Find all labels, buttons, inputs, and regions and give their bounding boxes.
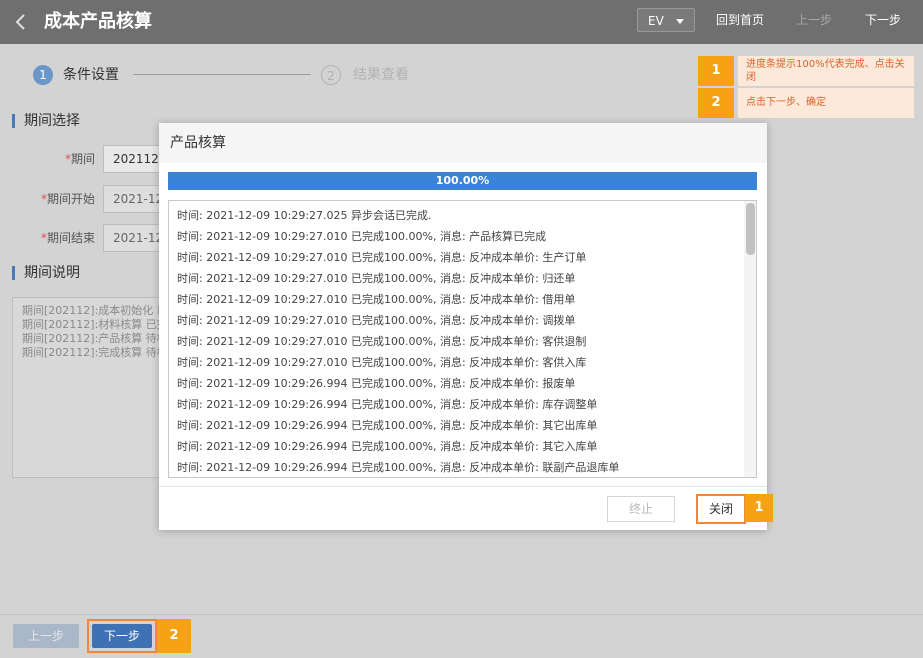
dialog-header: 产品核算 xyxy=(159,123,767,163)
step-1-label: 条件设置 xyxy=(63,67,119,83)
annotation-marker-1: 1 xyxy=(745,494,773,522)
step-2-circle: 2 xyxy=(321,65,341,85)
log-line: 时间: 2021-12-09 10:29:27.010 已完成100.00%, … xyxy=(177,356,587,369)
home-link[interactable]: 回到首页 xyxy=(716,11,764,29)
period-start-label: *期间开始 xyxy=(40,192,95,206)
note-line: 期间[202112]:产品核算 待核算 xyxy=(22,332,161,345)
log-line: 时间: 2021-12-09 10:29:27.010 已完成100.00%, … xyxy=(177,230,547,243)
log-line: 时间: 2021-12-09 10:29:27.010 已完成100.00%, … xyxy=(177,314,576,327)
section-title-desc: 期间说明 xyxy=(24,265,80,281)
footer-next-button-highlight[interactable]: 下一步 xyxy=(87,619,157,653)
caret-down-icon xyxy=(676,19,684,24)
top-header: 成本产品核算 EV 回到首页 上一步 下一步 xyxy=(0,0,923,44)
period-end-field[interactable]: 2021-12-31 xyxy=(103,224,163,252)
annotation-marker-2: 2 xyxy=(157,619,191,653)
progress-text: 100.00% xyxy=(435,174,490,187)
progress-bar: 100.00% xyxy=(168,172,757,190)
log-line: 时间: 2021-12-09 10:29:27.025 异步会话已完成. xyxy=(177,209,432,222)
step-2-label: 结果查看 xyxy=(353,67,409,83)
footer-divider xyxy=(0,614,923,615)
tip-number-2: 2 xyxy=(698,88,734,118)
ev-select[interactable]: EV xyxy=(637,8,695,32)
tip-text-1: 进度条提示100%代表完成、点击关闭 xyxy=(738,56,914,86)
tip-text-2: 点击下一步、确定 xyxy=(738,88,914,118)
period-start-field[interactable]: 2021-12-01 xyxy=(103,185,163,213)
footer-prev-button[interactable]: 上一步 xyxy=(13,624,79,648)
log-line: 时间: 2021-12-09 10:29:26.994 已完成100.00%, … xyxy=(177,377,576,390)
log-line: 时间: 2021-12-09 10:29:27.010 已完成100.00%, … xyxy=(177,251,587,264)
section-title-period: 期间选择 xyxy=(24,113,80,129)
scrollbar-thumb[interactable] xyxy=(746,203,755,255)
section-marker xyxy=(12,266,15,280)
header-prev-button[interactable]: 上一步 xyxy=(796,11,832,29)
tip-number-1: 1 xyxy=(698,56,734,86)
product-accounting-dialog: 产品核算 100.00% 时间: 2021-12-09 10:29:27.025… xyxy=(159,123,767,530)
header-next-button[interactable]: 下一步 xyxy=(865,11,901,29)
dialog-title: 产品核算 xyxy=(170,135,226,151)
note-line: 期间[202112]:完成核算 待核算 xyxy=(22,346,161,359)
period-end-label: *期间结束 xyxy=(40,231,95,245)
log-line: 时间: 2021-12-09 10:29:26.994 已完成100.00%, … xyxy=(177,419,598,432)
log-line: 时间: 2021-12-09 10:29:26.994 已完成100.00%, … xyxy=(177,461,620,474)
ev-select-label: EV xyxy=(648,14,664,28)
back-chevron-icon[interactable] xyxy=(14,12,26,32)
scrollbar[interactable] xyxy=(744,201,756,477)
note-line: 期间[202112]:成本初始化 已完成 xyxy=(22,304,161,317)
note-line: 期间[202112]:材料核算 已完成 xyxy=(22,318,161,331)
log-output[interactable]: 时间: 2021-12-09 10:29:27.025 异步会话已完成. 时间: … xyxy=(168,200,757,478)
section-marker xyxy=(12,114,15,128)
stop-button[interactable]: 终止 xyxy=(607,496,675,522)
log-line: 时间: 2021-12-09 10:29:26.994 已完成100.00%, … xyxy=(177,398,598,411)
step-1-circle: 1 xyxy=(33,65,53,85)
page-title: 成本产品核算 xyxy=(44,11,152,32)
log-line: 时间: 2021-12-09 10:29:27.010 已完成100.00%, … xyxy=(177,335,587,348)
close-button[interactable]: 关闭 xyxy=(696,494,746,524)
log-line: 时间: 2021-12-09 10:29:27.010 已完成100.00%, … xyxy=(177,272,576,285)
log-line: 时间: 2021-12-09 10:29:26.994 已完成100.00%, … xyxy=(177,440,598,453)
period-input[interactable]: 202112 xyxy=(103,145,163,173)
period-notes-textarea[interactable]: 期间[202112]:成本初始化 已完成 期间[202112]:材料核算 已完成… xyxy=(12,297,162,478)
step-connector xyxy=(133,74,311,75)
period-label: *期间 xyxy=(64,152,95,166)
dialog-footer-divider xyxy=(159,486,767,487)
log-line: 时间: 2021-12-09 10:29:27.010 已完成100.00%, … xyxy=(177,293,576,306)
footer-next-button[interactable]: 下一步 xyxy=(92,624,152,648)
